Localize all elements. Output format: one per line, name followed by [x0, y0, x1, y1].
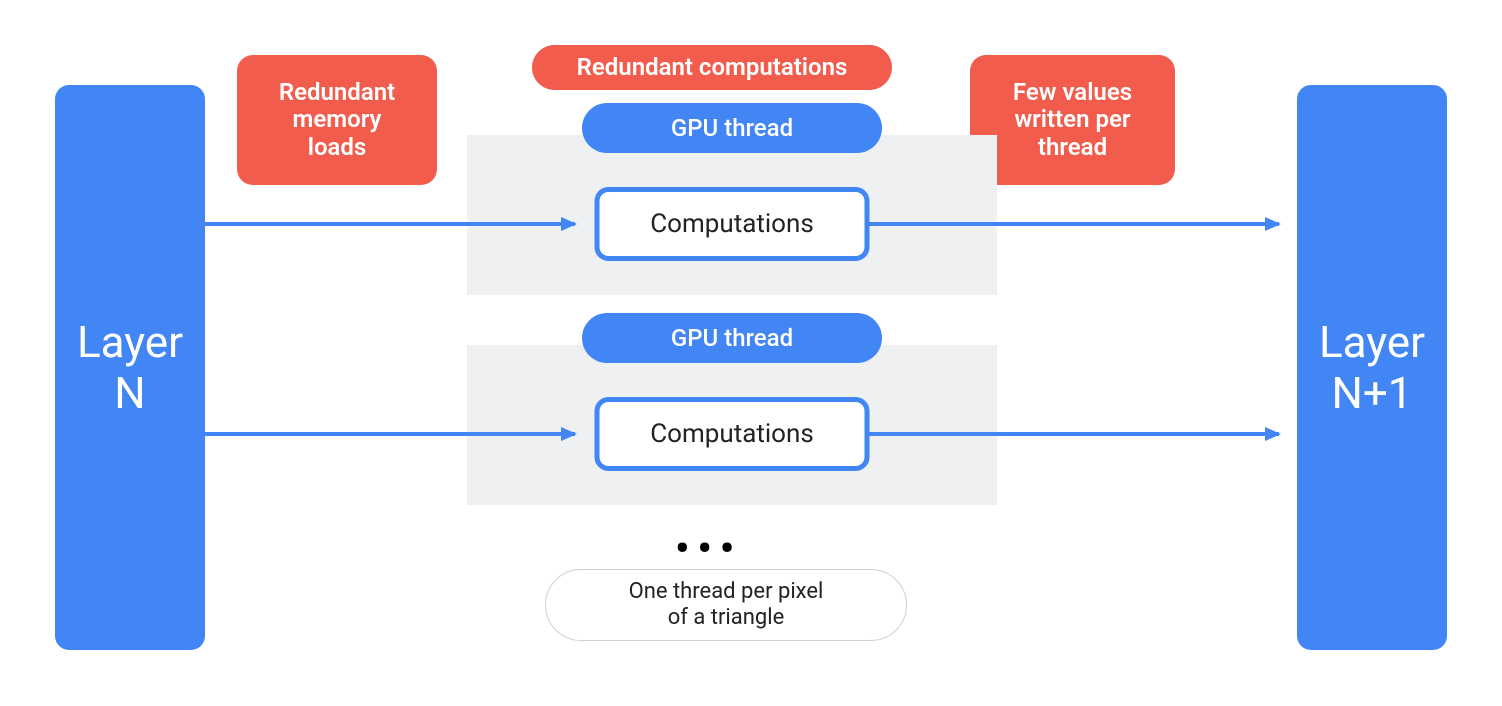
- footer-note-pill: One thread per pixelof a triangle: [545, 569, 907, 641]
- ellipsis-dots: •••: [675, 525, 742, 572]
- arrow-layer-n-to-thread-1: [205, 222, 575, 226]
- arrow-layer-n-to-thread-2: [205, 432, 575, 436]
- callout-redundant-loads-text: Redundantmemoryloads: [279, 79, 395, 162]
- gpu-thread-block-2: GPU thread Computations: [467, 345, 997, 505]
- callout-redundant-computations-text: Redundant computations: [577, 54, 848, 82]
- computations-box: Computations: [595, 187, 870, 261]
- gpu-thread-pill-text: GPU thread: [671, 114, 793, 142]
- computations-box: Computations: [595, 397, 870, 471]
- callout-few-writes: Few valueswritten perthread: [970, 55, 1175, 185]
- computations-box-text: Computations: [650, 419, 814, 449]
- callout-few-writes-text: Few valueswritten perthread: [1013, 79, 1132, 162]
- gpu-thread-block-1: GPU thread Computations: [467, 135, 997, 295]
- footer-note-text: One thread per pixelof a triangle: [629, 579, 824, 632]
- computations-box-text: Computations: [650, 209, 814, 239]
- layer-n1-box: LayerN+1: [1297, 85, 1447, 650]
- gpu-thread-pill-text: GPU thread: [671, 324, 793, 352]
- arrow-thread-1-to-layer-n1: [869, 222, 1279, 226]
- callout-redundant-loads: Redundantmemoryloads: [237, 55, 437, 185]
- layer-n1-label: LayerN+1: [1319, 317, 1425, 418]
- layer-n-label: LayerN: [77, 317, 183, 418]
- diagram-canvas: LayerN LayerN+1 Redundantmemoryloads Red…: [0, 0, 1502, 706]
- gpu-thread-pill: GPU thread: [582, 313, 882, 363]
- gpu-thread-pill: GPU thread: [582, 103, 882, 153]
- callout-redundant-computations: Redundant computations: [532, 45, 892, 90]
- arrow-thread-2-to-layer-n1: [869, 432, 1279, 436]
- layer-n-box: LayerN: [55, 85, 205, 650]
